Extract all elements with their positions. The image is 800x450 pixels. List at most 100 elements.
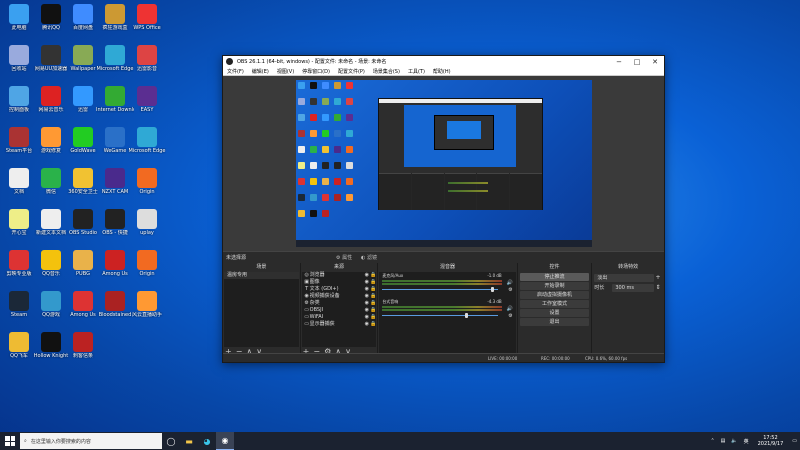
desktop-icon[interactable]: Microsoft Edge bbox=[128, 127, 166, 165]
menu-help[interactable]: 帮助(H) bbox=[429, 68, 455, 75]
volume-slider[interactable] bbox=[382, 315, 498, 316]
taskbar-search[interactable]: ⌕ 在这里输入你要搜索的内容 bbox=[20, 433, 162, 449]
properties-button[interactable]: ⚙ 属性 bbox=[336, 254, 352, 261]
desktop-icon[interactable]: WPS Office bbox=[128, 4, 166, 42]
app-icon bbox=[137, 291, 157, 311]
add-transition-button[interactable]: + bbox=[654, 274, 662, 281]
lock-icon[interactable]: 🔒 bbox=[370, 279, 376, 286]
source-item[interactable]: ▣ 图像 ◉ 🔒 bbox=[302, 279, 376, 286]
desktop-icon[interactable]: Origin bbox=[128, 168, 166, 206]
notification-icon[interactable]: ▭ bbox=[789, 438, 800, 444]
menu-tools[interactable]: 工具(T) bbox=[404, 68, 429, 75]
stop-streaming-button[interactable]: 停止推流 bbox=[519, 273, 590, 281]
menu-edit[interactable]: 编辑(E) bbox=[248, 68, 273, 75]
menu-docks[interactable]: 停靠窗口(D) bbox=[298, 68, 334, 75]
exit-button[interactable]: 退出 bbox=[519, 318, 590, 326]
clock[interactable]: 17:52 2021/9/17 bbox=[752, 435, 790, 447]
desktop-icon[interactable]: Origin bbox=[128, 250, 166, 288]
gear-icon[interactable]: ⚙ bbox=[508, 313, 512, 319]
program-preview[interactable] bbox=[296, 80, 592, 247]
source-item[interactable]: ▭ OBSJI ◉ 🔒 bbox=[302, 307, 376, 314]
duration-stepper[interactable]: ⇕ bbox=[654, 284, 662, 291]
start-recording-button[interactable]: 开始录制 bbox=[519, 282, 590, 290]
tray-arrow-icon[interactable]: ⌃ bbox=[707, 438, 717, 444]
volume-slider-handle[interactable] bbox=[465, 313, 469, 318]
system-tray: ⌃ ▤ 🔈 英 17:52 2021/9/17 ▭ bbox=[707, 432, 800, 450]
taskbar: ⌕ 在这里输入你要搜索的内容 ◯ ▬ ◕ ◉ ⌃ ▤ 🔈 英 17:52 202… bbox=[0, 432, 800, 450]
scene-item[interactable]: 温房专用 bbox=[224, 272, 299, 279]
network-icon[interactable]: ▤ bbox=[718, 438, 729, 444]
obs-taskbar-icon[interactable]: ◉ bbox=[216, 432, 234, 450]
sources-list[interactable]: ◎ 浏览器 ◉ 🔒 ▣ 图像 ◉ 🔒 T 文本 (GDI+) ◉ 🔒 ◉ 视频捕获设备 ◉ 🔒 ⚙ 杂类 ◉ 🔒 ▭ OB… bbox=[301, 272, 377, 347]
preview-icon bbox=[310, 82, 317, 89]
app-icon bbox=[9, 168, 29, 188]
lock-icon[interactable]: 🔒 bbox=[370, 307, 376, 314]
task-view-icon[interactable]: ◯ bbox=[162, 432, 180, 450]
app-icon bbox=[9, 86, 29, 106]
live-time: LIVE: 00:00:00 bbox=[488, 356, 518, 361]
source-item[interactable]: ◉ 视频捕获设备 ◉ 🔒 bbox=[302, 293, 376, 300]
transition-type-select[interactable]: 淡出 bbox=[594, 273, 654, 282]
volume-icon[interactable]: 🔈 bbox=[728, 438, 740, 444]
preview-icon bbox=[298, 162, 305, 169]
source-item[interactable]: T 文本 (GDI+) ◉ 🔒 bbox=[302, 286, 376, 293]
settings-button[interactable]: 设置 bbox=[519, 309, 590, 317]
desktop-icon[interactable]: 风云直播助手 bbox=[128, 291, 166, 329]
menu-profile[interactable]: 配置文件(P) bbox=[334, 68, 369, 75]
visibility-eye-icon[interactable]: ◉ bbox=[363, 321, 370, 328]
menu-scene-collection[interactable]: 场景集合(S) bbox=[369, 68, 404, 75]
preview-icon bbox=[322, 98, 329, 105]
lock-icon[interactable]: 🔒 bbox=[370, 286, 376, 293]
mixer-channel: 麦克风/Aux -1.0 dB 🔊 ⚙ bbox=[379, 272, 515, 298]
gear-icon[interactable]: ⚙ bbox=[508, 287, 512, 293]
speaker-icon[interactable]: 🔊 bbox=[506, 280, 512, 286]
source-item[interactable]: ⚙ 杂类 ◉ 🔒 bbox=[302, 300, 376, 307]
start-virtual-camera-button[interactable]: 启动虚拟摄像机 bbox=[519, 291, 590, 299]
app-icon bbox=[105, 4, 125, 24]
lock-icon[interactable]: 🔒 bbox=[370, 314, 376, 321]
source-item[interactable]: ▭ WiFAI ◉ 🔒 bbox=[302, 314, 376, 321]
menu-view[interactable]: 视图(V) bbox=[273, 68, 298, 75]
desktop-icon[interactable]: 刺客信条 bbox=[64, 332, 102, 370]
source-item[interactable]: ◎ 浏览器 ◉ 🔒 bbox=[302, 272, 376, 279]
desktop-icon-label: 迅雷影音 bbox=[136, 66, 157, 72]
minimize-icon[interactable]: − bbox=[610, 58, 628, 66]
ime-language[interactable]: 英 bbox=[741, 438, 752, 445]
lock-icon[interactable]: 🔒 bbox=[370, 293, 376, 300]
visibility-eye-icon[interactable]: ◉ bbox=[363, 307, 370, 314]
desktop-icon[interactable]: EASY bbox=[128, 86, 166, 124]
maximize-icon[interactable]: □ bbox=[628, 58, 646, 66]
studio-mode-button[interactable]: 工作室模式 bbox=[519, 300, 590, 308]
volume-meter bbox=[382, 306, 502, 308]
scenes-list[interactable]: 温房专用 bbox=[224, 272, 299, 347]
lock-icon[interactable]: 🔒 bbox=[370, 300, 376, 307]
visibility-eye-icon[interactable]: ◉ bbox=[363, 300, 370, 307]
visibility-eye-icon[interactable]: ◉ bbox=[363, 314, 370, 321]
file-explorer-icon[interactable]: ▬ bbox=[180, 432, 198, 450]
filters-button[interactable]: ◐ 滤镜 bbox=[361, 254, 377, 261]
preview-icon bbox=[334, 98, 341, 105]
lock-icon[interactable]: 🔒 bbox=[370, 272, 376, 279]
visibility-eye-icon[interactable]: ◉ bbox=[363, 279, 370, 286]
desktop-icon[interactable]: uplay bbox=[128, 209, 166, 247]
start-button[interactable] bbox=[0, 432, 20, 450]
duration-input[interactable]: 300 ms bbox=[612, 283, 654, 292]
app-icon bbox=[73, 209, 93, 229]
visibility-eye-icon[interactable]: ◉ bbox=[363, 286, 370, 293]
preview-icon bbox=[298, 114, 305, 121]
close-icon[interactable]: ✕ bbox=[646, 58, 664, 66]
obs-titlebar[interactable]: OBS 26.1.1 (64-bit, windows) - 配置文件: 未命名… bbox=[223, 56, 664, 67]
volume-slider-handle[interactable] bbox=[491, 287, 495, 292]
desktop-icon[interactable]: 迅雷影音 bbox=[128, 45, 166, 83]
volume-slider[interactable] bbox=[382, 289, 498, 290]
app-icon bbox=[137, 4, 157, 24]
edge-icon[interactable]: ◕ bbox=[198, 432, 216, 450]
lock-icon[interactable]: 🔒 bbox=[370, 321, 376, 328]
source-item[interactable]: ▭ 显示器捕获 ◉ 🔒 bbox=[302, 321, 376, 328]
preview-icon bbox=[334, 194, 341, 201]
menu-file[interactable]: 文件(F) bbox=[223, 68, 248, 75]
controls-dock-title: 控件 bbox=[517, 263, 592, 271]
visibility-eye-icon[interactable]: ◉ bbox=[363, 272, 370, 279]
visibility-eye-icon[interactable]: ◉ bbox=[363, 293, 370, 300]
speaker-icon[interactable]: 🔊 bbox=[506, 306, 512, 312]
